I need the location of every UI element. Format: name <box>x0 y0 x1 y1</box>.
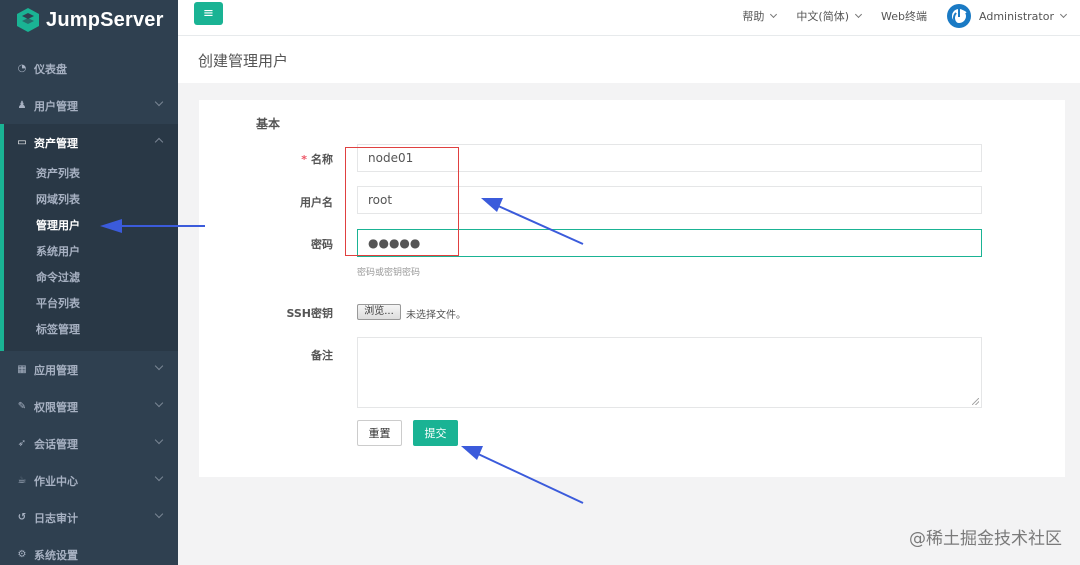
user-menu[interactable]: Administrator <box>979 9 1068 23</box>
sidebar-subitem-domain-list[interactable]: 网域列表 <box>4 187 178 213</box>
edit-icon: ✎ <box>17 401 27 412</box>
watermark: @稀土掘金技术社区 <box>909 529 1062 549</box>
sidebar-item-sessions[interactable]: ➶ 会话管理 <box>0 425 178 462</box>
sidebar-item-label: 权限管理 <box>34 400 78 414</box>
sidebar-item-label: 日志审计 <box>34 511 78 525</box>
sidebar-nav: ◔ 仪表盘 ♟ 用户管理 ▭ 资产管理 资产列表 网域列表 管理用户 系统用户 … <box>0 50 178 565</box>
web-terminal-link[interactable]: Web终端 <box>881 8 927 24</box>
sidebar-subitem-system-user[interactable]: 系统用户 <box>4 239 178 265</box>
dashboard-icon: ◔ <box>17 63 27 74</box>
sidebar-item-assets[interactable]: ▭ 资产管理 <box>4 124 178 161</box>
no-file-text: 未选择文件。 <box>406 310 466 321</box>
sidebar-item-applications[interactable]: ▦ 应用管理 <box>0 351 178 388</box>
chevron-down-icon <box>154 509 164 519</box>
reset-button[interactable]: 重置 <box>357 420 402 446</box>
sidebar-item-label: 系统设置 <box>34 548 78 562</box>
sidebar-item-settings[interactable]: ⚙ 系统设置 <box>0 536 178 565</box>
topbar-right: 帮助 中文(简体) Web终端 Administrator <box>722 0 1068 32</box>
chevron-down-icon <box>770 10 778 19</box>
name-label: * 名称 <box>301 153 333 166</box>
logo[interactable]: JumpServer <box>0 0 178 40</box>
sidebar-item-label: 资产管理 <box>34 136 78 150</box>
comment-textarea[interactable] <box>357 337 982 408</box>
chevron-down-icon <box>154 398 164 408</box>
app-name: JumpServer <box>46 8 164 31</box>
user-name: Administrator <box>979 9 1054 23</box>
gears-icon: ⚙ <box>17 549 27 560</box>
page-title: 创建管理用户 <box>198 52 289 70</box>
password-help-text: 密码或密钥密码 <box>357 268 421 278</box>
coffee-icon: ☕ <box>17 475 27 486</box>
sidebar-subitem-admin-user[interactable]: 管理用户 <box>4 213 178 239</box>
history-icon: ↺ <box>17 512 27 523</box>
grid-icon: ▦ <box>17 364 27 375</box>
jumpserver-logo-icon <box>17 8 39 32</box>
hamburger-icon: ≡ <box>203 6 214 21</box>
sidebar-item-permissions[interactable]: ✎ 权限管理 <box>0 388 178 425</box>
comment-label: 备注 <box>311 349 333 362</box>
avatar[interactable] <box>947 4 971 28</box>
topbar: ≡ 帮助 中文(简体) Web终端 Administrator <box>178 0 1080 35</box>
language-label: 中文(简体) <box>796 10 850 23</box>
chevron-up-icon <box>154 137 164 147</box>
sidebar: JumpServer ◔ 仪表盘 ♟ 用户管理 ▭ 资产管理 资产列表 网域列表… <box>0 0 178 565</box>
sidebar-item-audit[interactable]: ↺ 日志审计 <box>0 499 178 536</box>
sidebar-item-label: 用户管理 <box>34 99 78 113</box>
ssh-key-label: SSH密钥 <box>286 307 333 320</box>
web-terminal-label: Web终端 <box>881 10 927 23</box>
form-card: 基本 *名称 用户名 密码 密码或密钥密码 SSH密钥 浏览... 未选择文件。… <box>199 100 1065 477</box>
help-label: 帮助 <box>742 10 765 23</box>
sidebar-subitem-command-filter[interactable]: 命令过滤 <box>4 265 178 291</box>
sidebar-item-label: 仪表盘 <box>34 62 67 76</box>
chevron-down-icon <box>154 472 164 482</box>
chevron-down-icon <box>854 10 863 19</box>
chevron-down-icon <box>154 435 164 445</box>
sidebar-item-label: 作业中心 <box>34 474 78 488</box>
help-menu[interactable]: 帮助 <box>742 8 778 24</box>
sidebar-subitem-label-management[interactable]: 标签管理 <box>4 317 178 343</box>
section-title: 基本 <box>256 117 281 131</box>
sidebar-item-label: 会话管理 <box>34 437 78 451</box>
submit-button[interactable]: 提交 <box>413 420 458 446</box>
sidebar-submenu: 资产列表 网域列表 管理用户 系统用户 命令过滤 平台列表 标签管理 <box>4 161 178 351</box>
chevron-down-icon <box>154 361 164 371</box>
sidebar-item-dashboard[interactable]: ◔ 仪表盘 <box>0 50 178 87</box>
page-header: 创建管理用户 <box>178 35 1080 83</box>
required-mark: * <box>301 153 307 166</box>
username-label: 用户名 <box>300 196 333 209</box>
language-menu[interactable]: 中文(简体) <box>796 8 863 24</box>
menu-toggle-button[interactable]: ≡ <box>194 2 223 25</box>
annotation-highlight-box <box>345 147 459 256</box>
sidebar-subitem-asset-list[interactable]: 资产列表 <box>4 161 178 187</box>
browse-file-button[interactable]: 浏览... <box>357 304 401 320</box>
rocket-icon: ➶ <box>17 438 27 449</box>
sidebar-item-jobs[interactable]: ☕ 作业中心 <box>0 462 178 499</box>
sidebar-item-label: 应用管理 <box>34 363 78 377</box>
sidebar-group-assets: ▭ 资产管理 资产列表 网域列表 管理用户 系统用户 命令过滤 平台列表 标签管… <box>0 124 178 351</box>
password-label: 密码 <box>311 238 333 251</box>
users-icon: ♟ <box>17 100 27 111</box>
chevron-down-icon <box>154 97 164 107</box>
sidebar-item-users[interactable]: ♟ 用户管理 <box>0 87 178 124</box>
resize-handle-icon[interactable] <box>972 398 979 405</box>
sidebar-subitem-platform-list[interactable]: 平台列表 <box>4 291 178 317</box>
chevron-down-icon <box>1059 10 1068 19</box>
inbox-icon: ▭ <box>17 137 27 148</box>
